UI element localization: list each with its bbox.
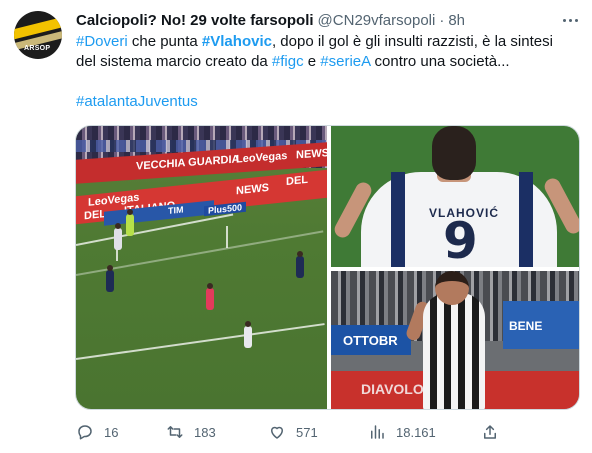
hashtag-doveri[interactable]: #Doveri: [76, 33, 128, 50]
jersey-stripe: [519, 172, 533, 267]
player-jersey: [423, 293, 485, 409]
hashtag-vlahovic[interactable]: #Vlahovic: [202, 33, 272, 50]
views-icon: [371, 425, 384, 439]
tweet-header: Calciopoli? No! 29 volte farsopoli @CN29…: [76, 9, 465, 31]
ad-text: VECCHIA GUARDIA: [136, 153, 240, 173]
like-count: 571: [296, 424, 318, 440]
player: [244, 321, 252, 348]
banner: OTTOBR: [331, 325, 411, 355]
heart-icon: [271, 426, 283, 439]
media-grid: VECCHIA GUARDIA LeoVegas NEWS LeoVegas D…: [75, 125, 580, 410]
hashtag-line: #atalantaJuventus: [76, 92, 198, 112]
tweet[interactable]: ARSOP Calciopoli? No! 29 volte farsopoli…: [0, 0, 592, 453]
ad-text: LeoVegas: [236, 149, 288, 166]
avatar-text: ARSOP: [24, 45, 51, 52]
reply-button[interactable]: 16: [76, 421, 118, 443]
separator-dot: ·: [439, 11, 445, 29]
goalkeeper: [126, 209, 134, 236]
tweet-time[interactable]: 8h: [448, 12, 465, 29]
referee: [206, 283, 214, 310]
ad-text: DEL: [84, 208, 106, 223]
text-segment: , dopo il gol è gli insulti razzisti, è …: [271, 33, 553, 50]
player: [296, 251, 304, 278]
banner-text: BENE: [509, 319, 543, 333]
player: [106, 265, 114, 292]
photo-pitch[interactable]: VECCHIA GUARDIA LeoVegas NEWS LeoVegas D…: [76, 126, 327, 409]
text-segment: che punta: [127, 33, 202, 50]
pitch-line: [226, 226, 228, 248]
reply-icon: [78, 425, 92, 440]
tweet-text-line-2: del sistema marcio creato da #figc e #se…: [76, 52, 576, 72]
banner: BENE: [503, 301, 579, 349]
share-button[interactable]: [481, 421, 509, 443]
hashtag-figc[interactable]: #figc: [272, 53, 304, 70]
tweet-text-line-1: #Doveri che punta #Vlahovic, dopo il gol…: [76, 32, 576, 52]
banner-text: OTTOBR: [343, 333, 398, 348]
photo-jersey[interactable]: VLAHOVIĆ 9: [331, 126, 579, 267]
user-avatar[interactable]: ARSOP: [14, 11, 62, 59]
hashtag-atalantajuventus[interactable]: #atalantaJuventus: [76, 93, 198, 110]
player: [114, 223, 122, 250]
retweet-icon: [167, 426, 183, 438]
ad-text: DEL: [286, 173, 308, 189]
pitch-line: [76, 323, 325, 360]
views-count: 18.161: [396, 424, 436, 440]
player-head: [432, 126, 476, 180]
share-icon: [484, 425, 496, 439]
views-button[interactable]: 18.161: [368, 421, 436, 443]
jersey-stripe: [391, 172, 405, 267]
reply-count: 16: [104, 424, 119, 440]
retweet-button[interactable]: 183: [166, 421, 216, 443]
text-segment: del sistema marcio creato da: [76, 53, 272, 70]
ad-text: DIAVOLO: [361, 381, 424, 397]
jersey-number: 9: [443, 212, 478, 267]
ad-text: TIM: [168, 204, 184, 217]
like-button[interactable]: 571: [268, 421, 318, 443]
player-head: [435, 271, 469, 305]
text-segment: e: [303, 53, 321, 70]
more-options-icon[interactable]: [559, 10, 581, 30]
tweet-text: #Doveri che punta #Vlahovic, dopo il gol…: [76, 32, 576, 72]
photo-celebration[interactable]: OTTOBR BENE DIAVOLO: [331, 271, 579, 409]
action-bar: 16 183 571 18.161: [76, 421, 576, 443]
ad-text: NEWS: [296, 147, 327, 162]
text-segment: contro una società...: [370, 53, 510, 70]
retweet-count: 183: [194, 424, 216, 440]
hashtag-seriea[interactable]: #serieA: [320, 53, 370, 70]
ad-text: NEWS: [236, 181, 269, 198]
display-name[interactable]: Calciopoli? No! 29 volte farsopoli: [76, 12, 314, 29]
user-handle[interactable]: @CN29vfarsopoli: [318, 12, 436, 29]
